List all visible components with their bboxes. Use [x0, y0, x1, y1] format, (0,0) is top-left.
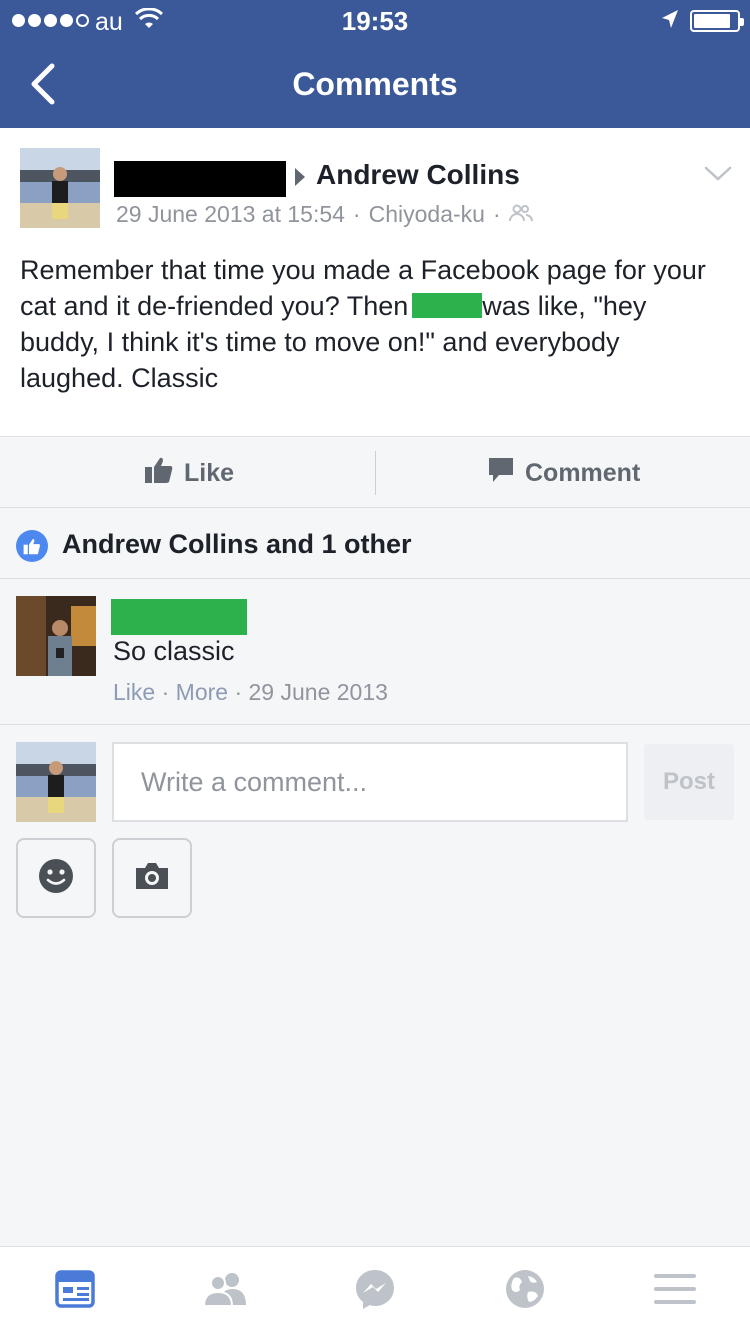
tab-messenger[interactable]	[353, 1269, 397, 1313]
meta-separator: ·	[492, 201, 501, 227]
tab-friend-requests[interactable]	[202, 1269, 248, 1313]
comment-like-link[interactable]: Like	[113, 679, 155, 705]
top-bar: au 19:53 Comments	[0, 0, 750, 128]
battery-icon	[690, 10, 744, 32]
redacted-commenter-name	[111, 599, 247, 635]
smiley-icon	[36, 856, 76, 901]
post-action-bar: Like Comment	[0, 436, 750, 508]
author-avatar[interactable]	[20, 148, 100, 228]
my-avatar	[16, 742, 96, 822]
photo-button[interactable]	[112, 838, 192, 918]
tab-notifications[interactable]	[503, 1269, 547, 1313]
status-time: 19:53	[341, 6, 409, 36]
likes-summary: Andrew Collins and 1 other	[62, 529, 412, 559]
bottom-tab-bar	[0, 1246, 750, 1334]
comment-meta: Like · More · 29 June 2013	[113, 679, 388, 706]
post-location[interactable]: Chiyoda-ku	[369, 201, 485, 228]
redacted-author-name	[114, 161, 286, 197]
page-title: Comments	[292, 66, 458, 102]
audience-friends-icon	[508, 201, 533, 228]
comment-item: So classic Like · More · 29 June 2013	[0, 580, 750, 725]
post-card: Andrew Collins 29 June 2013 at 15:54 · C…	[0, 128, 750, 436]
redacted-mention	[412, 293, 483, 318]
friends-icon	[202, 1271, 248, 1312]
shared-to-arrow-icon	[295, 168, 305, 186]
post-options-chevron-icon[interactable]	[704, 166, 732, 187]
comment-text: So classic	[113, 636, 235, 666]
tab-menu[interactable]	[653, 1269, 697, 1313]
status-bar: au 19:53	[0, 0, 750, 40]
like-button[interactable]: Like	[144, 437, 234, 509]
menu-icon	[654, 1272, 696, 1311]
messenger-icon	[354, 1268, 396, 1315]
battery-level-fill	[694, 14, 730, 28]
comment-bubble-icon	[487, 456, 515, 491]
comment-button[interactable]: Comment	[487, 437, 640, 509]
likes-summary-row[interactable]: Andrew Collins and 1 other	[0, 509, 750, 579]
comment-input[interactable]	[112, 742, 628, 822]
action-divider	[375, 451, 376, 495]
location-arrow-icon	[660, 8, 680, 35]
post-body: Remember that time you made a Facebook p…	[20, 252, 730, 396]
globe-icon	[504, 1268, 546, 1315]
post-target-name[interactable]: Andrew Collins	[316, 159, 520, 191]
meta-separator: ·	[234, 679, 243, 705]
comment-composer: Post	[0, 726, 750, 932]
like-label: Like	[184, 458, 235, 487]
comment-date: 29 June 2013	[248, 679, 388, 705]
thumbs-up-icon	[144, 456, 174, 491]
post-button[interactable]: Post	[644, 744, 734, 820]
camera-icon	[133, 861, 171, 896]
comment-label: Comment	[525, 458, 641, 487]
meta-separator: ·	[352, 201, 361, 227]
post-meta: 29 June 2013 at 15:54 · Chiyoda-ku ·	[116, 201, 533, 228]
post-date[interactable]: 29 June 2013 at 15:54	[116, 201, 345, 228]
tab-news-feed[interactable]	[53, 1269, 97, 1313]
like-reaction-icon	[16, 530, 48, 562]
meta-separator: ·	[161, 679, 170, 705]
comment-more-link[interactable]: More	[176, 679, 228, 705]
commenter-avatar[interactable]	[16, 596, 96, 676]
news-feed-icon	[55, 1269, 95, 1313]
sticker-button[interactable]	[16, 838, 96, 918]
